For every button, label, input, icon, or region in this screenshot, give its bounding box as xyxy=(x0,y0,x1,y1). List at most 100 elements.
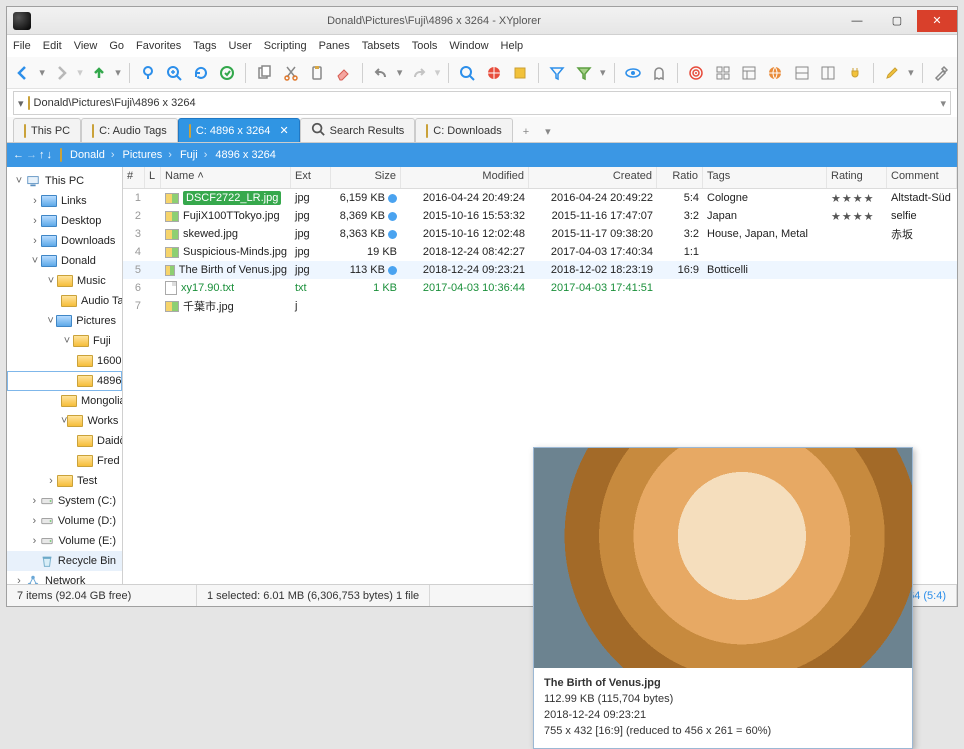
grid-button[interactable] xyxy=(713,62,733,84)
tree-item[interactable]: 1600 x 1066 xyxy=(7,351,122,371)
tree-item[interactable]: ›Volume (D:) xyxy=(7,511,122,531)
bc-down-icon[interactable]: ↓ xyxy=(47,149,53,161)
tree-twisty-icon[interactable]: › xyxy=(29,235,41,247)
tree-item[interactable]: ›System (C:) xyxy=(7,491,122,511)
col-comment[interactable]: Comment xyxy=(887,167,957,188)
col-num[interactable]: # xyxy=(123,167,145,188)
tree-twisty-icon[interactable]: ˅ xyxy=(61,335,73,347)
file-name-cell[interactable]: 千葉市.jpg xyxy=(161,298,291,314)
tree-twisty-icon[interactable]: ˅ xyxy=(45,315,56,327)
preview-button[interactable] xyxy=(622,62,642,84)
tree-twisty-icon[interactable]: › xyxy=(29,515,40,527)
tab-0[interactable]: This PC xyxy=(13,118,81,142)
new-tab-button[interactable]: + xyxy=(513,122,539,142)
file-name-cell[interactable]: FujiX100TTokyo.jpg xyxy=(161,210,291,222)
zoom-button[interactable] xyxy=(164,62,184,84)
ghost-button[interactable] xyxy=(649,62,669,84)
filter-button[interactable] xyxy=(547,62,567,84)
filter-dropdown-icon[interactable]: ▾ xyxy=(600,66,606,79)
location-button[interactable] xyxy=(138,62,158,84)
tree-item[interactable]: ›Network xyxy=(7,571,122,584)
address-bar[interactable]: ▾ Donald\Pictures\Fuji\4896 x 3264 ▾ xyxy=(13,91,951,115)
sync-button[interactable] xyxy=(217,62,237,84)
col-modified[interactable]: Modified xyxy=(401,167,529,188)
close-tab-icon[interactable]: ✕ xyxy=(279,124,288,137)
col-l[interactable]: L xyxy=(145,167,161,188)
crumb-3[interactable]: 4896 x 3264 xyxy=(215,149,276,161)
tree-twisty-icon[interactable]: › xyxy=(29,215,41,227)
tree-item[interactable]: Mongolia xyxy=(7,391,122,411)
tree-item[interactable]: ˅Pictures xyxy=(7,311,122,331)
tree-item[interactable]: ˅Fuji xyxy=(7,331,122,351)
tree-twisty-icon[interactable]: › xyxy=(13,575,25,584)
file-name-cell[interactable]: skewed.jpg xyxy=(161,228,291,240)
tree-twisty-icon[interactable]: ˅ xyxy=(45,275,57,287)
col-rating[interactable]: Rating xyxy=(827,167,887,188)
redo-button[interactable] xyxy=(408,62,428,84)
erase-button[interactable] xyxy=(333,62,353,84)
tools-button[interactable] xyxy=(931,62,951,84)
bc-fwd-icon[interactable]: → xyxy=(26,149,37,161)
col-created[interactable]: Created xyxy=(529,167,657,188)
tree-twisty-icon[interactable]: › xyxy=(29,495,40,507)
file-name-cell[interactable]: DSCF2722_LR.jpg xyxy=(161,191,291,205)
file-row[interactable]: 4Suspicious-Minds.jpgjpg19 KB2018-12-24 … xyxy=(123,243,957,261)
tree-item[interactable]: ›Volume (E:) xyxy=(7,531,122,551)
menu-file[interactable]: File xyxy=(13,40,31,52)
tree-item[interactable]: ›Downloads xyxy=(7,231,122,251)
back-button[interactable] xyxy=(13,62,33,84)
menu-edit[interactable]: Edit xyxy=(43,40,62,52)
tree-twisty-icon[interactable]: › xyxy=(45,475,57,487)
bc-up-icon[interactable]: ↑ xyxy=(39,149,45,161)
tree-item[interactable]: 4896 x 3264 xyxy=(7,371,122,391)
tree-item[interactable]: ˅This PC xyxy=(7,171,122,191)
tree-twisty-icon[interactable]: ˅ xyxy=(13,175,25,187)
tree-item[interactable]: Fred Herzog xyxy=(7,451,122,471)
back-dropdown-icon[interactable]: ▾ xyxy=(39,66,45,79)
tree-item[interactable]: ›Desktop xyxy=(7,211,122,231)
bc-back-icon[interactable]: ← xyxy=(13,149,24,161)
target-button[interactable] xyxy=(686,62,706,84)
tree-twisty-icon[interactable]: › xyxy=(29,535,40,547)
tab-2[interactable]: C: 4896 x 3264✕ xyxy=(178,118,300,142)
tree-twisty-icon[interactable]: ˅ xyxy=(29,255,41,267)
plug-button[interactable] xyxy=(844,62,864,84)
file-row[interactable]: 6xy17.90.txttxt1 KB2017-04-03 10:36:4420… xyxy=(123,279,957,297)
address-expand-icon[interactable]: ▾ xyxy=(940,97,946,110)
file-row[interactable]: 1DSCF2722_LR.jpgjpg6,159 KB2016-04-24 20… xyxy=(123,189,957,207)
copy-button[interactable] xyxy=(254,62,274,84)
file-name-cell[interactable]: Suspicious-Minds.jpg xyxy=(161,246,291,258)
tree-item[interactable]: ˅Works xyxy=(7,411,122,431)
menu-favorites[interactable]: Favorites xyxy=(136,40,181,52)
menu-go[interactable]: Go xyxy=(109,40,124,52)
search-button[interactable] xyxy=(457,62,477,84)
file-name-cell[interactable]: The Birth of Venus.jpg xyxy=(161,264,291,276)
up-button[interactable] xyxy=(89,62,109,84)
menu-tools[interactable]: Tools xyxy=(412,40,438,52)
menu-panes[interactable]: Panes xyxy=(319,40,350,52)
file-row[interactable]: 3skewed.jpgjpg8,363 KB2015-10-16 12:02:4… xyxy=(123,225,957,243)
tree-item[interactable]: Daidō Moriyama xyxy=(7,431,122,451)
file-row[interactable]: 5The Birth of Venus.jpgjpg113 KB2018-12-… xyxy=(123,261,957,279)
split-v-button[interactable] xyxy=(818,62,838,84)
tree-item[interactable]: ˅Donald xyxy=(7,251,122,271)
undo-dropdown-icon[interactable]: ▾ xyxy=(397,66,403,79)
tree-item[interactable]: ˅Music xyxy=(7,271,122,291)
split-h-button[interactable] xyxy=(792,62,812,84)
col-ratio[interactable]: Ratio xyxy=(657,167,703,188)
book-button[interactable] xyxy=(510,62,530,84)
menu-view[interactable]: View xyxy=(74,40,98,52)
brush-button[interactable] xyxy=(882,62,902,84)
crumb-1[interactable]: Pictures xyxy=(123,149,163,161)
tab-4[interactable]: C: Downloads xyxy=(415,118,512,142)
forward-button[interactable] xyxy=(51,62,71,84)
minimize-button[interactable]: — xyxy=(837,10,877,32)
up-dropdown-icon[interactable]: ▾ xyxy=(115,66,121,79)
tree-item[interactable]: ›Test xyxy=(7,471,122,491)
tree-twisty-icon[interactable]: › xyxy=(29,195,41,207)
crumb-0[interactable]: Donald xyxy=(70,149,105,161)
dropdown-icon[interactable]: ▾ xyxy=(18,97,24,110)
folder-tree[interactable]: ˅This PC›Links›Desktop›Downloads˅Donald˅… xyxy=(7,167,123,584)
tree-item[interactable]: Audio Tags xyxy=(7,291,122,311)
col-tags[interactable]: Tags xyxy=(703,167,827,188)
